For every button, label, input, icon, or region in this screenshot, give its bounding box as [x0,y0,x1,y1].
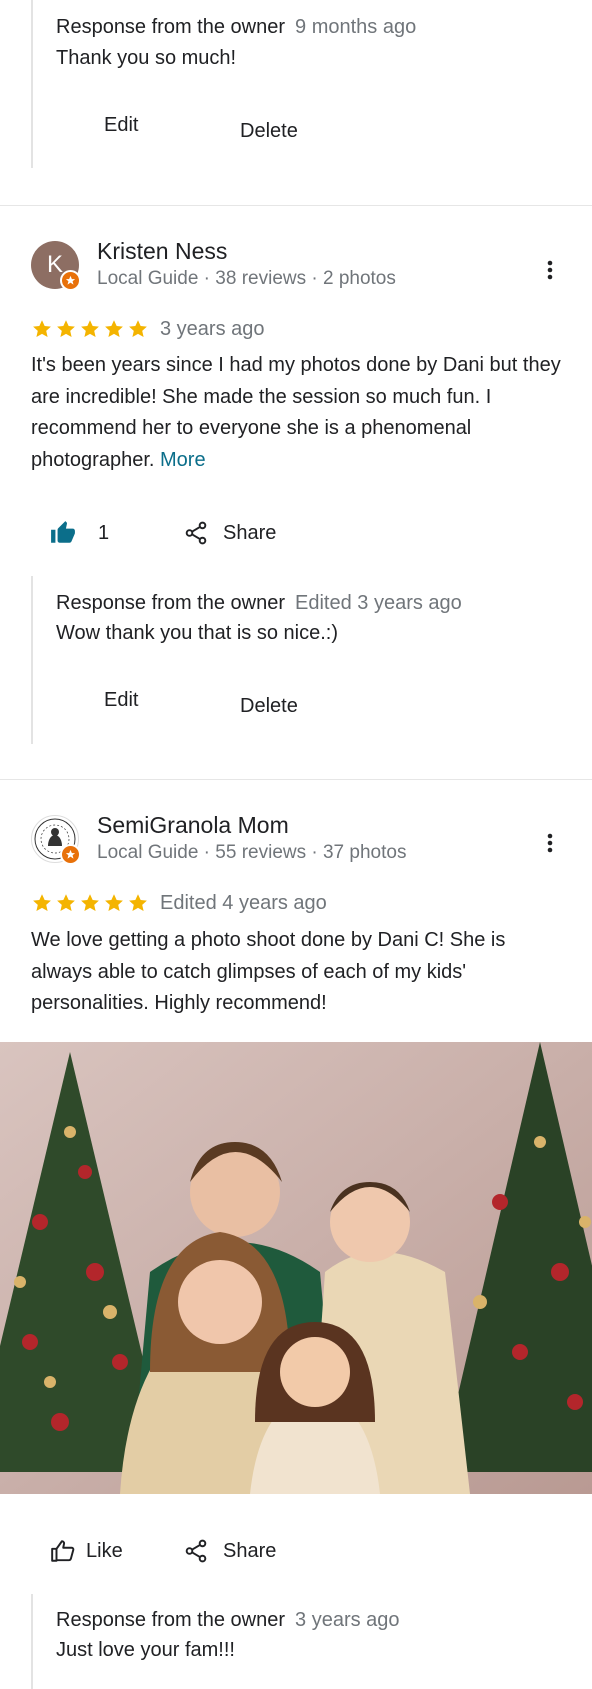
star-rating [31,892,149,914]
owner-response-time: 9 months ago [295,16,417,38]
share-icon [185,521,207,545]
more-vert-icon[interactable] [538,258,562,282]
share-button[interactable]: Share [183,1538,276,1564]
like-button[interactable]: Like [50,1538,123,1564]
reviewer-name[interactable]: Kristen Ness [97,238,227,265]
edit-button[interactable]: Edit [104,689,138,712]
edit-button[interactable]: Edit [104,114,138,137]
reviewer-meta: Local Guide · 38 reviews · 2 photos [97,268,396,289]
star-icon [57,894,75,911]
owner-response-header: Response from the owner 9 months ago [56,16,416,39]
local-guide-badge-icon [60,844,81,865]
share-button[interactable]: Share [183,520,276,546]
review-text: We love getting a photo shoot done by Da… [31,929,506,1014]
owner-response-time: 3 years ago [295,1609,400,1631]
share-icon [185,1539,207,1563]
star-icon [105,320,123,337]
local-guide-badge-icon [60,270,81,291]
review-divider [0,779,592,780]
share-label: Share [223,521,277,544]
owner-response-text: Wow thank you that is so nice.:) [56,622,338,644]
owner-response-header: Response from the owner Edited 3 years ag… [56,592,462,615]
owner-response-bar [31,1594,33,1689]
star-icon [129,894,147,911]
more-vert-icon[interactable] [538,831,562,855]
owner-response-label: Response from the owner [56,592,286,614]
star-icon [33,320,51,337]
review-photo[interactable] [0,1042,592,1494]
thumb-up-outline-icon [51,1540,75,1562]
thumb-up-filled-icon [51,521,75,543]
star-rating [31,318,149,340]
review-text: It's been years since I had my photos do… [31,350,571,476]
review-date: Edited 4 years ago [160,892,327,914]
reviewer-name[interactable]: SemiGranola Mom [97,812,289,839]
delete-button[interactable]: Delete [240,120,298,143]
review-divider [0,205,592,206]
star-icon [81,320,99,337]
like-button[interactable]: 1 [50,520,109,546]
owner-response-header: Response from the owner 3 years ago [56,1609,400,1632]
review-text-content: It's been years since I had my photos do… [31,354,561,471]
owner-response-label: Response from the owner [56,16,286,38]
owner-response-label: Response from the owner [56,1609,286,1631]
share-label: Share [223,1539,277,1562]
star-icon [57,320,75,337]
star-icon [81,894,99,911]
review-date: 3 years ago [160,318,265,340]
delete-button[interactable]: Delete [240,695,298,718]
owner-response-time: Edited 3 years ago [295,592,462,614]
reviewer-meta: Local Guide · 55 reviews · 37 photos [97,842,407,863]
owner-response-text: Just love your fam!!! [56,1639,235,1661]
owner-response-text: Thank you so much! [56,47,237,69]
owner-response-bar [31,576,33,744]
star-icon [33,894,51,911]
star-icon [129,320,147,337]
owner-response-bar [31,0,33,168]
like-count: 1 [98,521,110,544]
more-link[interactable]: More [160,449,206,471]
like-label: Like [86,1539,123,1562]
star-icon [105,894,123,911]
